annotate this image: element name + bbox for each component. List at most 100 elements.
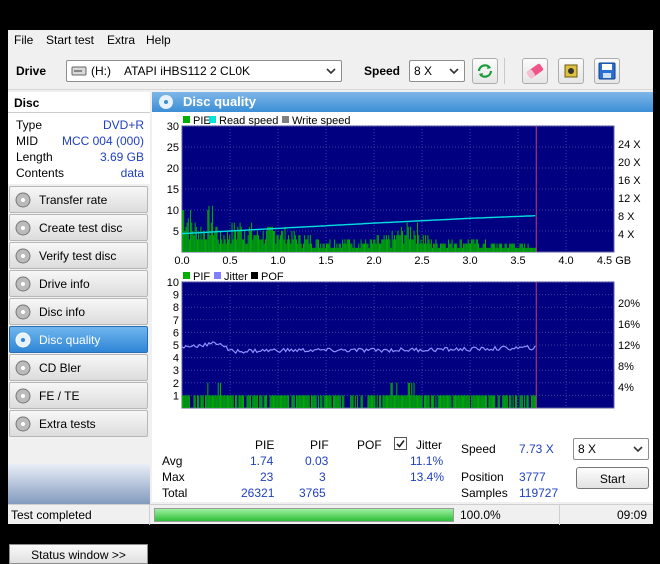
pie-bar [419,243,421,252]
nav-disc-quality[interactable]: Disc quality [9,326,148,353]
pif-bar [417,395,419,408]
nav-create-test-disc[interactable]: Create test disc [9,214,148,241]
pie-bar [191,222,193,252]
pie-bar [224,239,226,252]
pif-bar [334,395,336,408]
erase-button[interactable] [522,58,548,84]
pie-bar [372,243,374,252]
legend-write-speed: Write speed [292,115,351,127]
pif-bar [275,395,277,408]
pif-bar [273,395,275,408]
pie-bar [519,243,521,252]
pie-bar [314,247,316,252]
x-tick-label: 2.5 [414,255,429,267]
pie-bar [389,239,391,252]
pif-bar [200,395,202,408]
pie-bar [334,239,336,252]
speed-select[interactable]: 8 X [409,60,465,82]
sidebar: Disc Type DVD+R MID MCC 004 (000) Length… [8,92,150,564]
pif-bar [224,395,226,408]
nav-extra-tests[interactable]: Extra tests [9,410,148,437]
pie-bar [503,247,505,252]
pif-bar [207,382,209,408]
stats-max-pif: 3 [319,470,326,484]
pie-bar [385,235,387,252]
pie-bar [199,239,201,252]
settings-button[interactable] [558,58,584,84]
pie-bar [451,239,453,252]
pif-bar [354,395,356,408]
pif-bar [314,395,316,408]
pif-bar [480,395,482,408]
pif-bar [266,395,268,408]
menu-start-test[interactable]: Start test [46,33,94,47]
nav-verify-test-disc[interactable]: Verify test disc [9,242,148,269]
nav-transfer-rate[interactable]: Transfer rate [9,186,148,213]
progress-bar [154,508,454,522]
x-tick-label: 0.5 [222,255,237,267]
pie-bar [211,205,213,252]
pif-bar [526,395,528,408]
pie-bar [297,243,299,252]
start-button[interactable]: Start [576,467,649,489]
pif-bar [433,395,435,408]
test-speed-select[interactable]: 8 X [573,438,649,460]
refresh-button[interactable] [472,58,498,84]
pif-bar [323,395,325,408]
pif-bar [411,382,413,408]
stats-avg-pif: 0.03 [305,454,329,468]
pie-bar [520,243,522,252]
disc-length-key: Length [16,150,53,164]
pie-bar [472,239,474,252]
save-button[interactable] [594,58,620,84]
pif-bar [475,395,477,408]
pie-bar [198,231,200,252]
pie-bar [407,226,409,252]
pie-bar [367,243,369,252]
pie-bar [218,243,220,252]
pie-bar [375,243,377,252]
pif-bar [388,395,390,408]
pie-bar [326,243,327,252]
status-window-button[interactable]: Status window >> [9,544,148,564]
pie-bar [494,243,496,252]
pif-bar [412,395,414,408]
pif-bar [383,395,385,408]
pie-bar [345,243,347,252]
disc-info-panel: Disc Type DVD+R MID MCC 004 (000) Length… [8,92,150,184]
pie-bar [413,231,415,252]
legend-pie: PIE [193,115,211,127]
y-tick-label: 15 [167,184,179,196]
pie-bar [466,243,468,252]
x-tick-label: 0.0 [174,255,189,267]
pif-bar [395,395,397,408]
pif-bar [342,395,344,408]
pie-bar [393,235,395,252]
x-tick-label: 1.0 [270,255,285,267]
menu-help[interactable]: Help [146,33,171,47]
pie-bar [426,243,428,252]
pie-bar [188,239,190,252]
pif-bar [361,395,363,408]
drive-select[interactable]: (H:) ATAPI iHBS112 2 CL0K [66,60,342,82]
menu-extra[interactable]: Extra [107,33,135,47]
nav-fe-te[interactable]: FE / TE [9,382,148,409]
jitter-checkbox[interactable] [394,437,407,450]
pif-bar [308,395,310,408]
nav-disc-info[interactable]: Disc info [9,298,148,325]
pif-bar [391,382,393,408]
pif-bar [247,395,249,408]
pie-bar [511,243,513,252]
stats-header-pie: PIE [255,438,275,452]
menu-file[interactable]: File [14,33,33,47]
disc-quality-panel: Disc quality PIE Read speed Write speed … [152,92,653,502]
pie-bar [230,243,232,252]
nav-cd-bler[interactable]: CD Bler [9,354,148,381]
nav-drive-info[interactable]: Drive info [9,270,148,297]
drive-letter: (H:) [91,64,111,78]
pie-bar [202,231,204,252]
y-right-tick-label: 8% [618,361,634,373]
pif-bar [336,395,338,408]
pie-bar [499,243,501,252]
pie-bar [398,235,400,252]
